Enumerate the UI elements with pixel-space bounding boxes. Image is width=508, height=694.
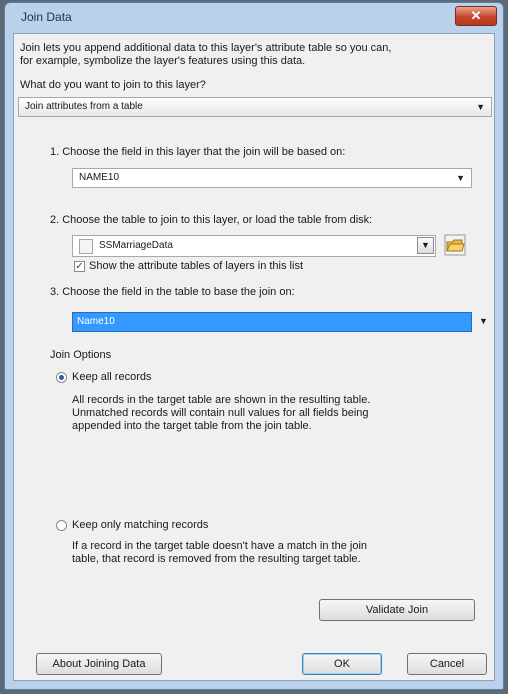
join-type-dropdown[interactable]: Join attributes from a table ▼: [18, 97, 492, 117]
about-joining-data-button[interactable]: About Joining Data: [36, 653, 162, 675]
close-button[interactable]: ✕: [455, 6, 497, 26]
keep-matching-radio[interactable]: [56, 520, 67, 531]
join-type-value: Join attributes from a table: [25, 101, 143, 112]
step3-label: 3. Choose the field in the table to base…: [50, 286, 295, 298]
keep-all-desc-3: appended into the target table from the …: [72, 420, 312, 432]
folder-icon: [444, 234, 466, 256]
join-field-value: Name10: [77, 316, 115, 327]
dialog-content: Join lets you append additional data to …: [13, 33, 495, 681]
keep-all-radio[interactable]: [56, 372, 67, 383]
title-bar[interactable]: Join Data ✕: [5, 3, 503, 33]
table-icon: [79, 239, 93, 254]
keep-all-label: Keep all records: [72, 371, 152, 383]
chevron-down-icon[interactable]: ▼: [479, 316, 488, 326]
step1-label: 1. Choose the field in this layer that t…: [50, 146, 346, 158]
window-title: Join Data: [21, 10, 72, 24]
layer-field-dropdown[interactable]: NAME10 ▼: [72, 168, 472, 188]
chevron-down-icon[interactable]: ▼: [417, 237, 434, 254]
keep-matching-desc-2: table, that record is removed from the r…: [72, 553, 361, 565]
chevron-down-icon: ▼: [476, 102, 485, 112]
open-folder-button[interactable]: [444, 234, 466, 256]
ok-button[interactable]: OK: [302, 653, 382, 675]
join-table-dropdown[interactable]: SSMarriageData ▼: [72, 235, 436, 257]
show-layers-checkbox[interactable]: ✓: [74, 261, 85, 272]
join-field-dropdown[interactable]: Name10: [72, 312, 472, 332]
cancel-button[interactable]: Cancel: [407, 653, 487, 675]
keep-all-desc-2: Unmatched records will contain null valu…: [72, 407, 369, 419]
join-options-heading: Join Options: [50, 349, 112, 361]
validate-join-button[interactable]: Validate Join: [319, 599, 475, 621]
join-table-value: SSMarriageData: [99, 240, 173, 251]
keep-matching-label: Keep only matching records: [72, 519, 209, 531]
show-layers-label: Show the attribute tables of layers in t…: [89, 260, 303, 272]
intro-text-line-2: for example, symbolize the layer's featu…: [20, 55, 306, 67]
join-data-dialog: Join Data ✕ Join lets you append additio…: [4, 2, 504, 690]
layer-field-value: NAME10: [79, 172, 120, 183]
join-type-prompt: What do you want to join to this layer?: [20, 79, 206, 91]
keep-all-desc-1: All records in the target table are show…: [72, 394, 371, 406]
intro-text-line-1: Join lets you append additional data to …: [20, 42, 392, 54]
step2-label: 2. Choose the table to join to this laye…: [50, 214, 373, 226]
chevron-down-icon: ▼: [456, 173, 465, 183]
keep-matching-desc-1: If a record in the target table doesn't …: [72, 540, 368, 552]
